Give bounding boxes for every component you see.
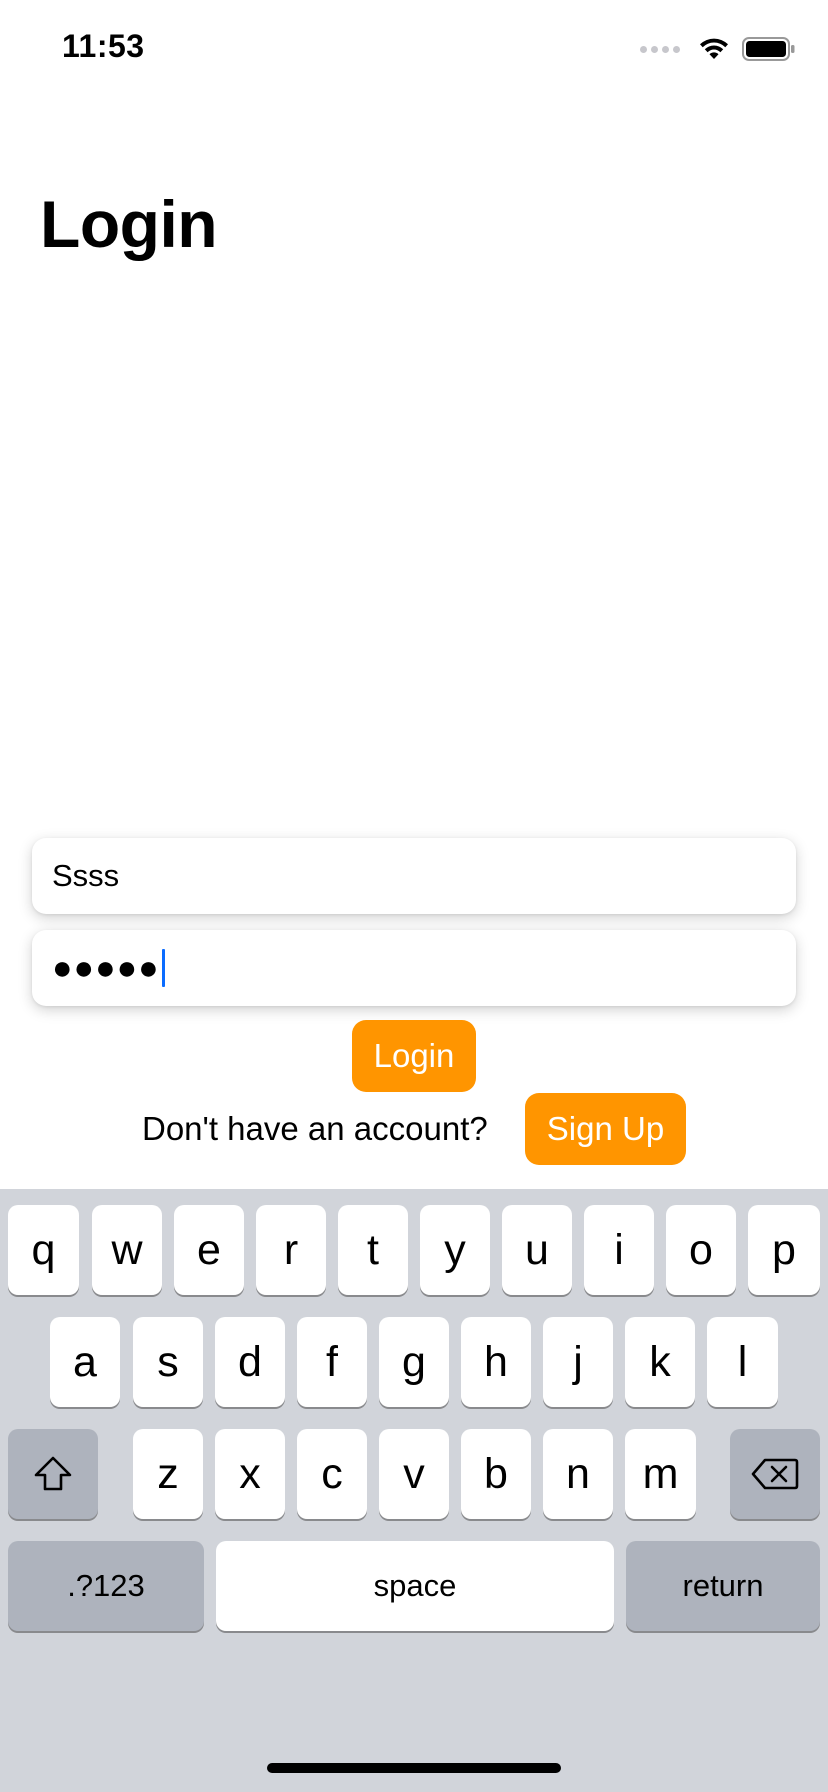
key-a[interactable]: a <box>50 1317 120 1407</box>
space-key[interactable]: space <box>216 1541 614 1631</box>
key-w[interactable]: w <box>92 1205 162 1295</box>
home-indicator <box>267 1763 561 1773</box>
key-e[interactable]: e <box>174 1205 244 1295</box>
password-field[interactable]: ●●●●● <box>32 930 796 1006</box>
key-m[interactable]: m <box>625 1429 696 1519</box>
shift-icon <box>34 1456 72 1491</box>
key-r[interactable]: r <box>256 1205 326 1295</box>
key-u[interactable]: u <box>502 1205 572 1295</box>
login-button[interactable]: Login <box>352 1020 476 1092</box>
cellular-signal-icon <box>640 45 680 53</box>
key-o[interactable]: o <box>666 1205 736 1295</box>
key-l[interactable]: l <box>707 1317 778 1407</box>
backspace-icon <box>751 1458 799 1490</box>
keyboard: q w e r t y u i o p a s d f g h j k l z … <box>0 1189 828 1792</box>
numbers-key[interactable]: .?123 <box>8 1541 204 1631</box>
page-title: Login <box>40 187 218 261</box>
key-j[interactable]: j <box>543 1317 613 1407</box>
text-caret <box>161 949 165 987</box>
key-v[interactable]: v <box>379 1429 449 1519</box>
key-y[interactable]: y <box>420 1205 490 1295</box>
shift-key[interactable] <box>8 1429 98 1519</box>
key-n[interactable]: n <box>543 1429 613 1519</box>
key-t[interactable]: t <box>338 1205 408 1295</box>
return-key[interactable]: return <box>626 1541 820 1631</box>
username-field[interactable]: Ssss <box>32 838 796 914</box>
key-z[interactable]: z <box>133 1429 203 1519</box>
wifi-icon <box>700 38 728 59</box>
key-g[interactable]: g <box>379 1317 449 1407</box>
key-i[interactable]: i <box>584 1205 654 1295</box>
status-bar: 11:53 <box>0 0 828 100</box>
key-k[interactable]: k <box>625 1317 695 1407</box>
signup-button[interactable]: Sign Up <box>525 1093 686 1165</box>
key-h[interactable]: h <box>461 1317 531 1407</box>
key-q[interactable]: q <box>8 1205 79 1295</box>
key-x[interactable]: x <box>215 1429 285 1519</box>
key-d[interactable]: d <box>215 1317 285 1407</box>
password-value: ●●●●● <box>52 949 160 987</box>
key-f[interactable]: f <box>297 1317 367 1407</box>
key-c[interactable]: c <box>297 1429 367 1519</box>
status-indicators <box>640 36 796 62</box>
battery-icon <box>742 37 795 61</box>
key-p[interactable]: p <box>748 1205 820 1295</box>
status-time: 11:53 <box>62 28 145 64</box>
key-b[interactable]: b <box>461 1429 531 1519</box>
key-s[interactable]: s <box>133 1317 203 1407</box>
signup-prompt: Don't have an account? <box>142 1110 488 1147</box>
backspace-key[interactable] <box>730 1429 820 1519</box>
username-value: Ssss <box>52 858 120 893</box>
